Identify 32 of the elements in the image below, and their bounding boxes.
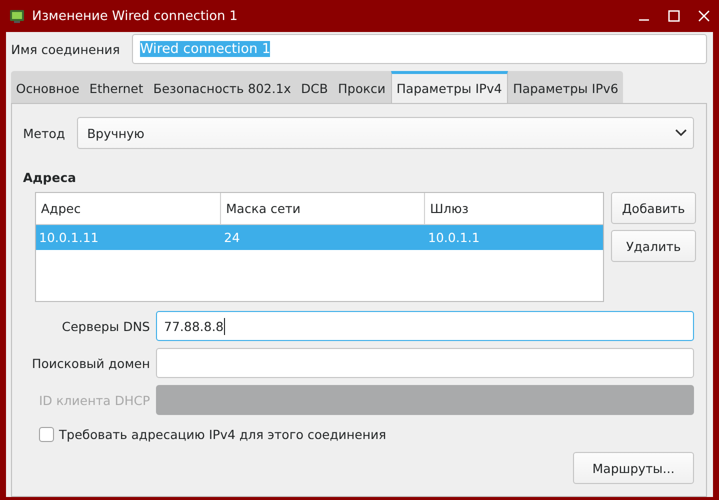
field-label: Серверы DNS: [60, 318, 150, 334]
close-icon[interactable]: [697, 9, 711, 23]
table-cell-text: 10.0.1.11: [38, 229, 100, 247]
network-icon: [9, 8, 25, 24]
section-heading: Адреса: [23, 170, 78, 185]
tab[interactable]: Ethernet: [84, 71, 148, 103]
method-dropdown[interactable]: Вручную: [77, 117, 694, 149]
tab[interactable]: Параметры IPv4: [390, 71, 508, 103]
tab[interactable]: Параметры IPv6: [508, 71, 624, 103]
table-cell-text: 10.0.1.1: [427, 229, 481, 247]
window-title: Изменение Wired connection 1: [32, 8, 238, 24]
field-label: ID клиента DHCP: [38, 392, 150, 408]
input-field[interactable]: 77.88.8.8: [156, 311, 694, 341]
remove-button[interactable]: Удалить: [611, 230, 696, 262]
tab[interactable]: Основное: [11, 71, 84, 103]
column-header[interactable]: Шлюз: [425, 193, 603, 224]
routes-button[interactable]: Маршруты...: [573, 452, 694, 484]
input-field[interactable]: [156, 348, 694, 378]
maximize-icon[interactable]: [667, 9, 681, 23]
column-header[interactable]: Адрес: [36, 193, 221, 224]
add-button[interactable]: Добавить: [611, 192, 696, 224]
field-label: Поисковый домен: [30, 356, 150, 370]
checkbox[interactable]: [39, 427, 54, 442]
chevron-down-icon: [675, 129, 687, 137]
tab[interactable]: Безопасность 802.1x: [148, 71, 296, 103]
connection-name-label: Имя соединения: [11, 42, 120, 56]
tab[interactable]: DCB: [296, 71, 333, 103]
checkbox-label[interactable]: Требовать адресацию IPv4 для этого соединения: [59, 427, 386, 442]
column-header[interactable]: Маска сети: [221, 193, 425, 224]
tab[interactable]: Прокси: [332, 71, 391, 103]
table-cell-text: 24: [223, 229, 241, 247]
method-label: Метод: [23, 126, 66, 140]
